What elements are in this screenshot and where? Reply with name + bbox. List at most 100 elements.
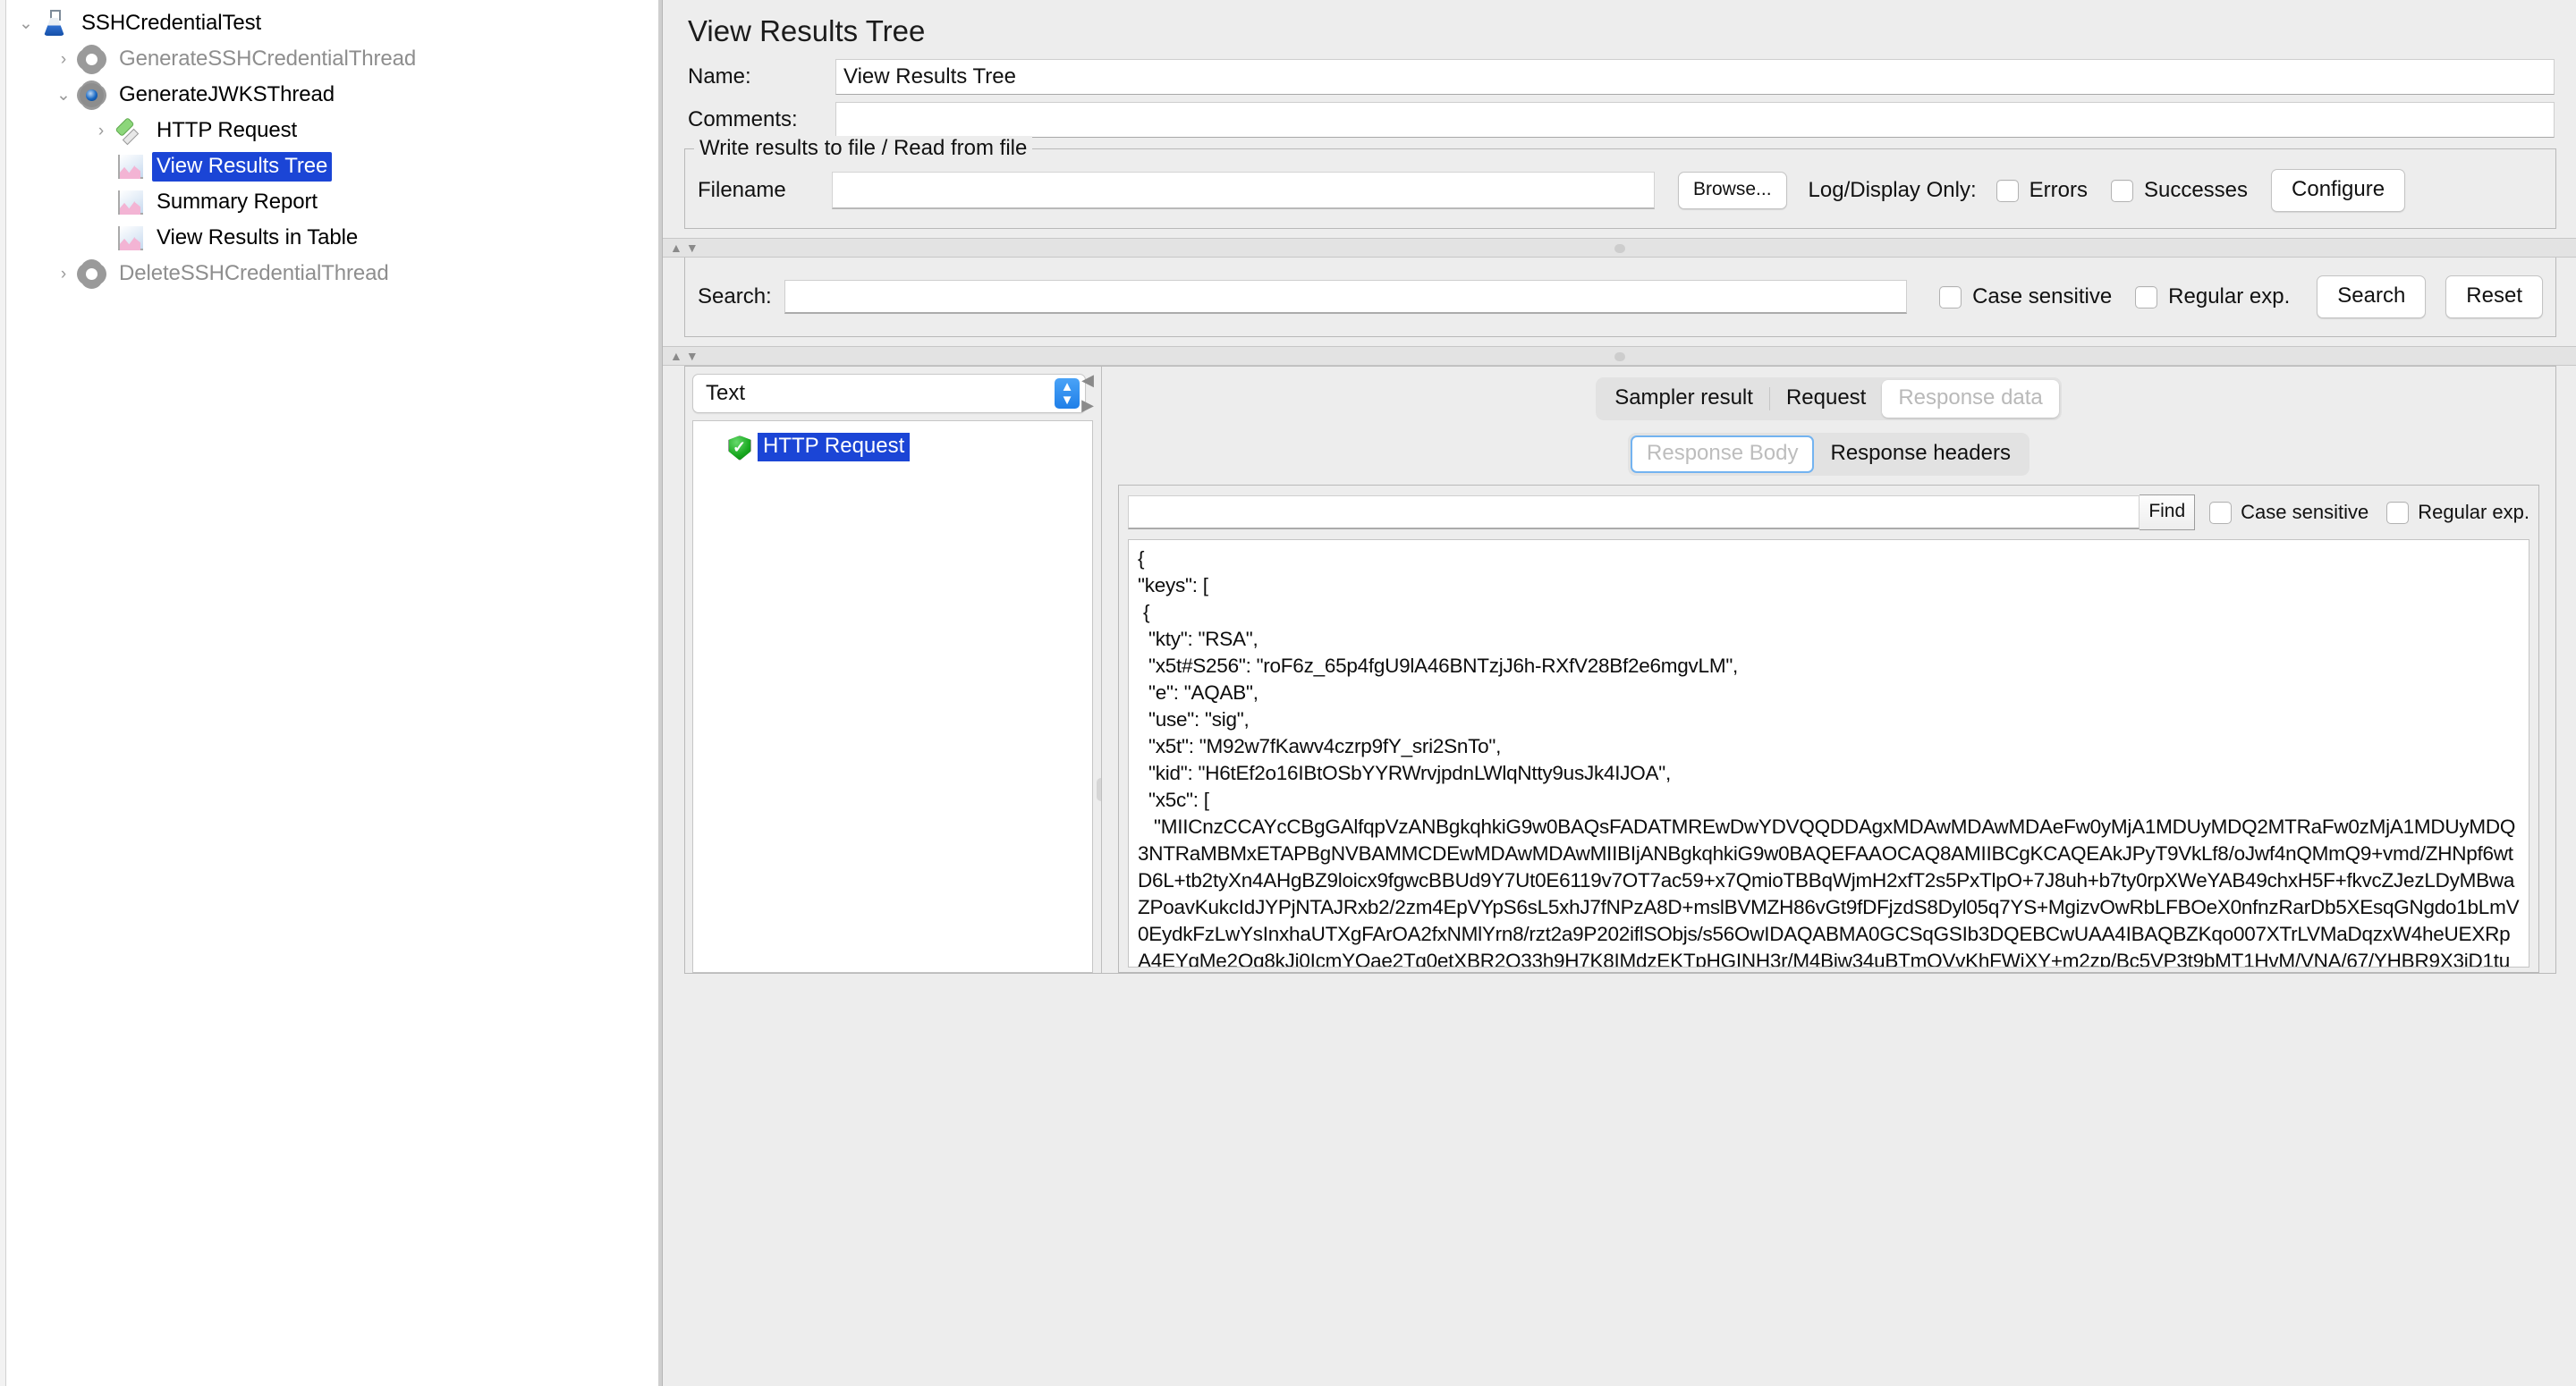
comments-row: Comments: (663, 102, 2576, 138)
tree-item-summary-report[interactable]: › Summary Report (0, 184, 662, 220)
tree-item-generate-jwks-thread[interactable]: ⌄ GenerateJWKSThread (0, 77, 662, 113)
http-sampler-icon (114, 115, 145, 146)
name-input[interactable]: View Results Tree (835, 59, 2555, 95)
comments-input[interactable] (835, 102, 2555, 138)
results-tree-pane: Text ▲▼ ◀ ▶ HTTP Request (685, 367, 1101, 973)
name-label: Name: (688, 64, 835, 89)
response-body-container: Find Case sensitive Regular exp. { "keys… (1118, 485, 2539, 973)
tree-item-label: HTTP Request (152, 116, 301, 146)
tab-sampler-result[interactable]: Sampler result (1598, 380, 1769, 418)
response-subtabbar: Response Body Response headers (1102, 429, 2555, 485)
chevron-updown-icon[interactable]: ▲▼ (1055, 378, 1080, 409)
viewer-bottom-padding (1119, 968, 2538, 972)
search-row: Search: Case sensitive Regular exp. Sear… (698, 275, 2543, 318)
filename-input[interactable] (832, 172, 1655, 209)
tree-item-http-request[interactable]: › HTTP Request (0, 113, 662, 148)
tree-item-generate-ssh-credential-thread[interactable]: › GenerateSSHCredentialThread (0, 41, 662, 77)
tree-item-label: View Results Tree (152, 152, 332, 182)
expand-right-icon[interactable]: ▶ (1081, 399, 1094, 411)
search-case-sensitive-checkbox[interactable] (1939, 286, 1962, 308)
middle-splitter[interactable]: ▲▼ (663, 346, 2576, 366)
tree-scrollbar[interactable] (0, 0, 6, 1386)
sample-result-list[interactable]: HTTP Request (692, 420, 1093, 973)
tree-item-label: View Results in Table (152, 224, 362, 253)
find-regular-exp-checkbox[interactable] (2386, 502, 2409, 524)
response-body-text: { "keys": [ { "kty": "RSA", "x5t#S256": … (1138, 545, 2523, 968)
tab-response-data[interactable]: Response data (1882, 380, 2058, 418)
write-results-legend: Write results to file / Read from file (694, 136, 1032, 161)
reset-button[interactable]: Reset (2445, 275, 2543, 318)
test-plan-tree-panel: ⌄ SSHCredentialTest › GenerateSSHCredent… (0, 0, 662, 1386)
chevron-down-icon[interactable]: ⌄ (13, 15, 39, 32)
filename-label: Filename (698, 178, 832, 203)
success-shield-icon (725, 434, 752, 461)
write-results-groupbox: Write results to file / Read from file F… (684, 148, 2556, 229)
search-label: Search: (698, 284, 772, 309)
search-input[interactable] (784, 280, 1907, 314)
configure-button[interactable]: Configure (2271, 169, 2405, 212)
tree-item-delete-ssh-credential-thread[interactable]: › DeleteSSHCredentialThread (0, 256, 662, 292)
splitter-arrows-icon[interactable]: ▲▼ (670, 349, 702, 363)
find-case-sensitive-label: Case sensitive (2241, 501, 2368, 524)
thread-group-active-icon (77, 80, 107, 110)
log-display-only-label: Log/Display Only: (1809, 178, 1977, 203)
browse-button[interactable]: Browse... (1678, 172, 1787, 209)
tree-item-label: Summary Report (152, 188, 322, 217)
listener-config-panel: View Results Tree Name: View Results Tre… (662, 0, 2576, 1386)
response-body-viewer[interactable]: { "keys": [ { "kty": "RSA", "x5t#S256": … (1128, 539, 2529, 968)
render-selector-value: Text (706, 381, 745, 406)
chevron-right-icon[interactable]: › (50, 266, 77, 283)
tree-item-ssh-credential-test[interactable]: ⌄ SSHCredentialTest (0, 5, 662, 41)
render-selector[interactable]: Text ▲▼ (692, 374, 1086, 413)
chevron-right-icon[interactable]: › (88, 123, 114, 139)
find-input[interactable] (1128, 495, 2140, 529)
tree-item-label: SSHCredentialTest (77, 9, 266, 38)
find-button[interactable]: Find (2140, 494, 2195, 530)
chevron-right-icon[interactable]: › (50, 51, 77, 68)
page-title: View Results Tree (663, 0, 2576, 59)
result-tab-group: Sampler result Request Response data (1596, 377, 2062, 420)
listener-icon (114, 187, 145, 217)
list-item-label: HTTP Request (758, 433, 910, 461)
top-splitter[interactable]: ▲▼ (663, 238, 2576, 258)
tree-collapse-arrows[interactable]: ◀ ▶ (1081, 374, 1094, 411)
search-case-sensitive-label: Case sensitive (1972, 284, 2112, 309)
name-row: Name: View Results Tree (663, 59, 2576, 95)
tree-item-label: DeleteSSHCredentialThread (114, 259, 394, 289)
tree-item-label: GenerateSSHCredentialThread (114, 45, 420, 74)
subtab-response-body[interactable]: Response Body (1631, 435, 1814, 473)
listener-icon (114, 223, 145, 253)
tree-item-view-results-in-table[interactable]: › View Results in Table (0, 220, 662, 256)
find-row: Find Case sensitive Regular exp. (1119, 486, 2538, 539)
tree-item-label: GenerateJWKSThread (114, 80, 339, 110)
list-item[interactable]: HTTP Request (693, 430, 1092, 464)
errors-label: Errors (2029, 178, 2088, 203)
successes-label: Successes (2144, 178, 2248, 203)
find-case-sensitive-checkbox[interactable] (2209, 502, 2232, 524)
filename-row: Filename Browse... Log/Display Only: Err… (698, 169, 2543, 212)
search-regular-exp-checkbox[interactable] (2135, 286, 2157, 308)
successes-checkbox[interactable] (2111, 180, 2133, 202)
result-detail-pane: Sampler result Request Response data Res… (1101, 367, 2555, 973)
tree-item-view-results-tree[interactable]: › View Results Tree (0, 148, 662, 184)
app-window: ⌄ SSHCredentialTest › GenerateSSHCredent… (0, 0, 2576, 1386)
splitter-grip[interactable] (1614, 244, 1625, 253)
search-regular-exp-label: Regular exp. (2168, 284, 2290, 309)
subtab-response-headers[interactable]: Response headers (1814, 435, 2026, 473)
chevron-down-icon[interactable]: ⌄ (50, 87, 77, 104)
tab-request[interactable]: Request (1770, 380, 1882, 418)
splitter-arrows-icon[interactable]: ▲▼ (670, 241, 702, 255)
thread-group-icon (77, 44, 107, 74)
thread-group-icon (77, 258, 107, 289)
response-subtab-group: Response Body Response headers (1628, 433, 2029, 476)
errors-checkbox[interactable] (1996, 180, 2019, 202)
collapse-left-icon[interactable]: ◀ (1081, 374, 1094, 386)
comments-label: Comments: (688, 107, 835, 132)
search-panel: Search: Case sensitive Regular exp. Sear… (684, 258, 2556, 337)
result-tabbar: Sampler result Request Response data (1102, 367, 2555, 429)
search-button[interactable]: Search (2317, 275, 2426, 318)
results-area: Text ▲▼ ◀ ▶ HTTP Request (684, 366, 2556, 974)
splitter-grip[interactable] (1614, 352, 1625, 361)
find-regular-exp-label: Regular exp. (2418, 501, 2529, 524)
flask-icon (39, 8, 70, 38)
